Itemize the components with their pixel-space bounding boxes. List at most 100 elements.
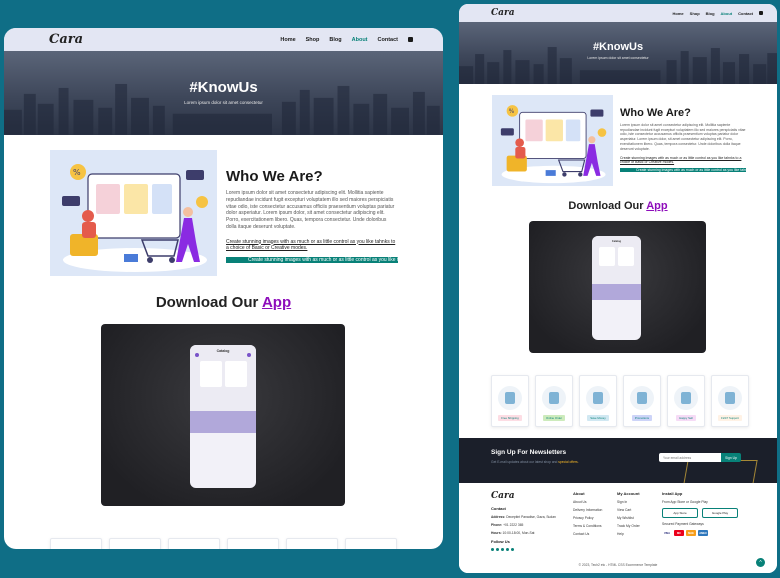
phone-purple-band bbox=[592, 284, 641, 300]
feature-box bbox=[168, 538, 220, 549]
hero-banner: #KnowUs Lorem ipsum dolor sit amet conse… bbox=[4, 51, 443, 135]
shipping-icon bbox=[498, 386, 522, 410]
copyright: © 2023, Tech2 etc - HTML CSS Ecommerce T… bbox=[578, 563, 658, 567]
phone-product-card bbox=[199, 361, 222, 387]
app-store-button[interactable]: App Store bbox=[662, 508, 698, 518]
google-play-button[interactable]: Google Play bbox=[702, 508, 738, 518]
app-word[interactable]: App bbox=[646, 200, 667, 212]
page-preview-large: Cara Home Shop Blog About Contact #KnowU… bbox=[4, 28, 443, 549]
main-nav: Home Shop Blog About Contact bbox=[673, 11, 763, 16]
footer-link[interactable]: View Cart bbox=[617, 508, 640, 512]
newsletter-title: Sign Up For Newsletters bbox=[491, 449, 567, 456]
about-link[interactable]: Create stunning images with as much or a… bbox=[620, 156, 746, 164]
nav-blog[interactable]: Blog bbox=[329, 37, 341, 43]
about-content: Who We Are? Lorem ipsum dolor sit amet c… bbox=[226, 168, 398, 263]
pinterest-icon[interactable] bbox=[506, 548, 509, 551]
phone-screen-top: Catalog bbox=[592, 236, 641, 284]
footer-about: About About Us Delivery Information Priv… bbox=[573, 491, 602, 540]
support-icon bbox=[718, 386, 742, 410]
feature-box bbox=[286, 538, 338, 549]
app-video[interactable]: Catalog bbox=[529, 221, 706, 353]
phone-product-card bbox=[618, 247, 634, 266]
hours-label: Hours: bbox=[491, 531, 502, 535]
newsletter-section: Sign Up For Newsletters Get E-mail updat… bbox=[459, 438, 777, 483]
scroll-to-top-button[interactable]: ^ bbox=[756, 558, 765, 567]
feature-row: Free Shipping Online Order Save Money Pr… bbox=[491, 375, 749, 427]
nav-about[interactable]: About bbox=[352, 37, 368, 43]
nav-about[interactable]: About bbox=[721, 11, 733, 16]
nav-home[interactable]: Home bbox=[673, 11, 684, 16]
download-title-text: Download Our bbox=[568, 200, 644, 212]
footer-link[interactable]: Sign In bbox=[617, 500, 640, 504]
shopping-bag-icon[interactable] bbox=[759, 11, 763, 15]
phone-product-card bbox=[224, 361, 247, 387]
footer-account: My Account Sign In View Cart My Wishlist… bbox=[617, 491, 640, 540]
nav-blog[interactable]: Blog bbox=[706, 11, 715, 16]
footer-link[interactable]: Delivery Information bbox=[573, 508, 602, 512]
feature-label: Save Money bbox=[587, 415, 609, 421]
hero-banner: #KnowUs Lorem ipsum dolor sit amet conse… bbox=[459, 22, 777, 84]
logo[interactable]: Cara bbox=[49, 32, 83, 47]
email-input[interactable] bbox=[659, 453, 721, 462]
about-content: Who We Are? Lorem ipsum dolor sit amet c… bbox=[620, 107, 746, 173]
logo[interactable]: Cara bbox=[491, 8, 515, 18]
nav-shop[interactable]: Shop bbox=[306, 37, 320, 43]
cart-decoration bbox=[682, 460, 758, 483]
footer-link[interactable]: Help bbox=[617, 532, 640, 536]
download-title: Download Our App bbox=[459, 200, 777, 212]
feature-label: Promotions bbox=[631, 415, 653, 421]
about-link[interactable]: Create stunning images with as much or a… bbox=[226, 239, 398, 251]
hero-subtitle: Lorem ipsum dolor sit amet consectetur bbox=[184, 100, 263, 105]
signup-button[interactable]: Sign Up bbox=[721, 453, 741, 462]
footer-link[interactable]: Privacy Policy bbox=[573, 516, 602, 520]
footer-link[interactable]: My Wishlist bbox=[617, 516, 640, 520]
feature-box bbox=[345, 538, 397, 549]
download-title: Download Our App bbox=[4, 294, 443, 311]
follow-us-heading: Follow Us bbox=[491, 539, 510, 544]
footer-logo[interactable]: Cara bbox=[491, 491, 556, 501]
feature-support: F24/7 Support bbox=[711, 375, 749, 427]
phone-mockup: Catalog bbox=[190, 345, 256, 488]
feature-promotions: Promotions bbox=[623, 375, 661, 427]
app-video[interactable]: Catalog bbox=[101, 324, 345, 506]
footer-link[interactable]: Track My Order bbox=[617, 524, 640, 528]
feature-label: F24/7 Support bbox=[718, 415, 742, 421]
feature-box bbox=[109, 538, 161, 549]
newsletter-form: Sign Up bbox=[659, 453, 741, 462]
hero-title: #KnowUs bbox=[592, 41, 644, 53]
footer-link[interactable]: Terms & Conditions bbox=[573, 524, 602, 528]
about-title: Who We Are? bbox=[620, 107, 691, 119]
address-label: Address: bbox=[491, 515, 506, 519]
header: Cara Home Shop Blog About Contact bbox=[4, 28, 443, 51]
footer-about-heading: About bbox=[573, 491, 585, 496]
footer-link[interactable]: About Us bbox=[573, 500, 602, 504]
footer: Cara Contact Address: Deceptint Panadise… bbox=[459, 483, 777, 573]
facebook-icon[interactable] bbox=[491, 548, 494, 551]
nav-contact[interactable]: Contact bbox=[738, 11, 753, 16]
twitter-icon[interactable] bbox=[496, 548, 499, 551]
nav-home[interactable]: Home bbox=[280, 37, 295, 43]
svg-text:%: % bbox=[509, 109, 515, 115]
newsletter-subtitle: Get E-mail updates about our latest shop… bbox=[491, 460, 579, 464]
nav-contact[interactable]: Contact bbox=[378, 37, 398, 43]
youtube-icon[interactable] bbox=[511, 548, 514, 551]
nav-shop[interactable]: Shop bbox=[690, 11, 700, 16]
address-value: Deceptint Panadise, Gaza, Sudan bbox=[506, 515, 556, 519]
shopping-illustration-icon: % bbox=[62, 164, 208, 272]
promotion-icon bbox=[630, 386, 654, 410]
phone-menu-icon bbox=[195, 353, 199, 357]
phone-value: +01 2222 365 bbox=[503, 523, 524, 527]
footer-account-heading: My Account bbox=[617, 491, 640, 496]
order-icon bbox=[542, 386, 566, 410]
main-nav: Home Shop Blog About Contact bbox=[280, 37, 413, 43]
phone-label: Phone: bbox=[491, 523, 503, 527]
shopping-bag-icon[interactable] bbox=[408, 37, 413, 42]
header: Cara Home Shop Blog About Contact bbox=[459, 4, 777, 22]
feature-free-shipping: Free Shipping bbox=[491, 375, 529, 427]
footer-link[interactable]: Contact Us bbox=[573, 532, 602, 536]
hero-title: #KnowUs bbox=[189, 79, 258, 96]
about-title: Who We Are? bbox=[226, 168, 323, 185]
chevron-up-icon: ^ bbox=[759, 559, 762, 566]
app-word[interactable]: App bbox=[262, 294, 291, 311]
instagram-icon[interactable] bbox=[501, 548, 504, 551]
